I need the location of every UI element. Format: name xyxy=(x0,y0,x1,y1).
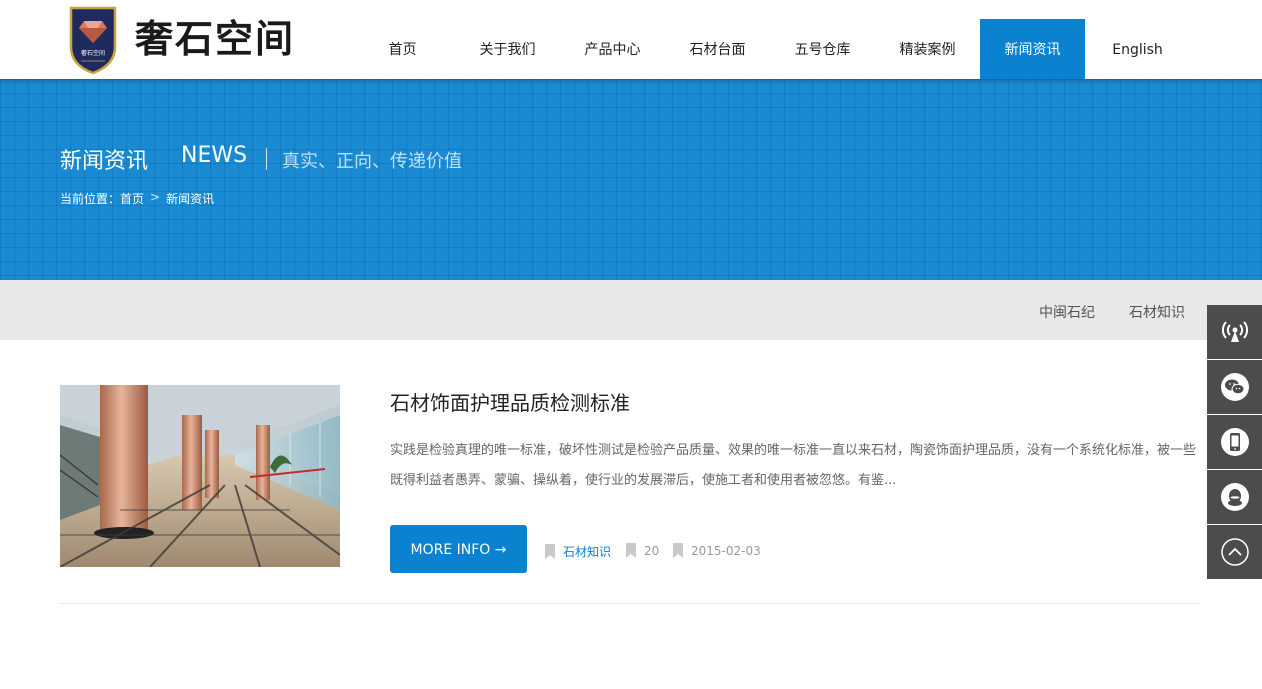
logo-text[interactable]: 奢石空间 xyxy=(135,13,295,65)
wechat-icon xyxy=(1220,373,1249,401)
breadcrumb-prefix: 当前位置： xyxy=(60,192,121,206)
page-title: 新闻资讯 xyxy=(60,149,149,174)
back-to-top-icon xyxy=(1220,538,1249,566)
article-date-text: 2015-02-03 xyxy=(691,543,761,558)
lobby-photo-icon xyxy=(60,385,340,567)
article-thumbnail[interactable] xyxy=(60,385,340,567)
side-toolbar xyxy=(1207,305,1262,580)
back-to-top-button[interactable] xyxy=(1207,525,1262,579)
nav-item-products[interactable]: 产品中心 xyxy=(560,19,665,79)
page-slogan: 真实、正向、传递价值 xyxy=(282,151,462,172)
bookmark-icon xyxy=(673,543,683,558)
nav-item-cases[interactable]: 精装案例 xyxy=(875,19,980,79)
qq-button[interactable] xyxy=(1207,470,1262,524)
more-info-button[interactable]: MORE INFO → xyxy=(390,525,527,573)
nav-item-warehouse[interactable]: 五号仓库 xyxy=(770,19,875,79)
mobile-button[interactable] xyxy=(1207,415,1262,469)
breadcrumb-arrow: > xyxy=(150,190,161,204)
article-category: 石材知识 xyxy=(545,543,611,560)
title-divider xyxy=(266,148,267,170)
article-date: 2015-02-03 xyxy=(673,543,761,558)
page-title-en: NEWS xyxy=(181,143,248,168)
bookmark-icon xyxy=(545,544,555,559)
broadcast-button[interactable] xyxy=(1207,305,1262,359)
page-banner xyxy=(0,79,1262,280)
mobile-icon xyxy=(1220,428,1249,456)
breadcrumb: 当前位置： 首页 > 新闻资讯 xyxy=(60,190,214,207)
article-description: 实践是检验真理的唯一标准，破坏性测试是检验产品质量、效果的唯一标准一直以来石材，… xyxy=(390,443,1197,488)
banner-shadow xyxy=(0,79,1262,85)
article-divider xyxy=(60,603,1200,604)
breadcrumb-current[interactable]: 新闻资讯 xyxy=(166,190,214,207)
nav-item-about[interactable]: 关于我们 xyxy=(455,19,560,79)
logo-badge-text: 奢石空间 xyxy=(81,49,105,57)
article-views: 20 xyxy=(626,543,659,558)
category-stone-knowledge[interactable]: 石材知识 xyxy=(1129,302,1185,322)
nav-item-english[interactable]: English xyxy=(1085,19,1190,79)
breadcrumb-home[interactable]: 首页 xyxy=(120,190,144,207)
nav-item-countertops[interactable]: 石材台面 xyxy=(665,19,770,79)
qq-icon xyxy=(1220,483,1249,511)
article-title[interactable]: 石材饰面护理品质检测标准 xyxy=(390,387,630,416)
logo-badge-icon[interactable]: 奢石空间 xyxy=(68,5,118,75)
article-category-link[interactable]: 石材知识 xyxy=(563,543,611,560)
article-views-count: 20 xyxy=(644,543,660,558)
bookmark-icon xyxy=(626,543,636,558)
nav-item-news[interactable]: 新闻资讯 xyxy=(980,19,1085,79)
site-header: 奢石空间 奢石空间 首页 关于我们 产品中心 石材台面 五号仓库 精装案例 新闻… xyxy=(0,0,1262,79)
nav-item-home[interactable]: 首页 xyxy=(350,19,455,79)
broadcast-icon xyxy=(1221,321,1248,342)
main-nav: 首页 关于我们 产品中心 石材台面 五号仓库 精装案例 新闻资讯 English xyxy=(350,19,1190,79)
category-zhongmin[interactable]: 中闽石纪 xyxy=(1039,302,1095,322)
wechat-button[interactable] xyxy=(1207,360,1262,414)
